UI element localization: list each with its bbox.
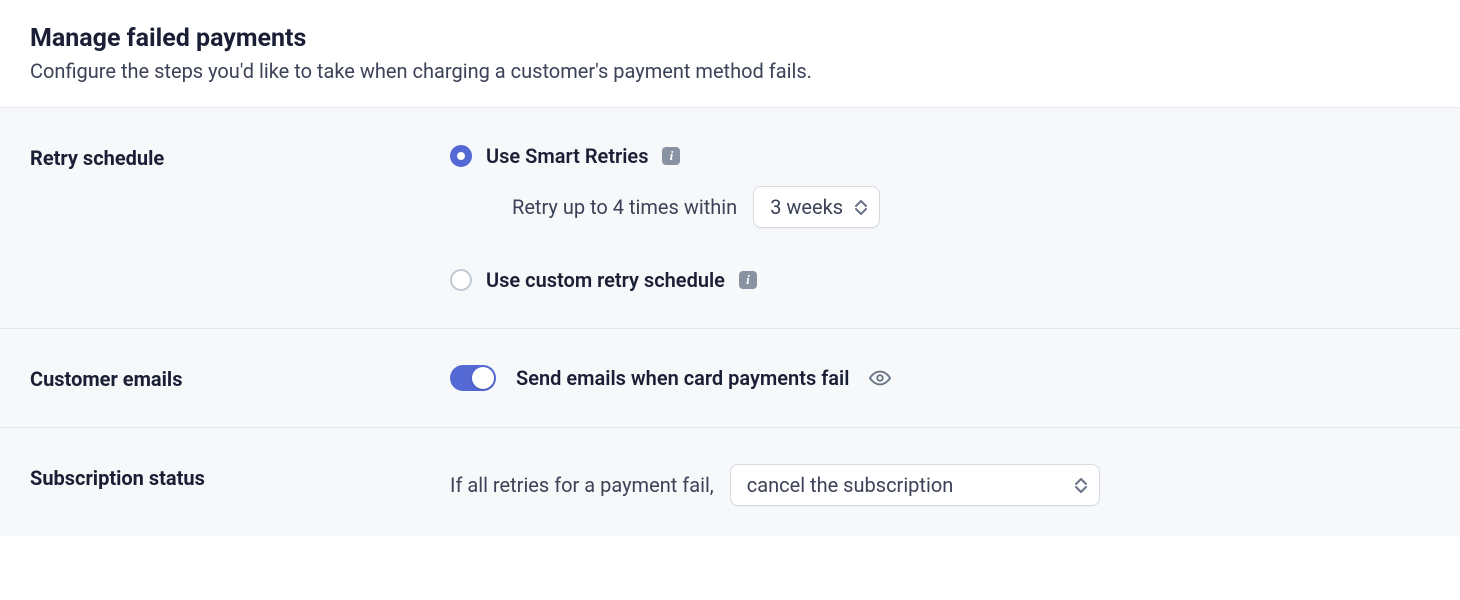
- subscription-status-label: Subscription status: [30, 464, 450, 490]
- info-icon[interactable]: i: [739, 271, 757, 289]
- custom-retry-label: Use custom retry schedule: [486, 268, 725, 292]
- stepper-icon: [855, 200, 867, 215]
- emails-toggle-label: Send emails when card payments fail: [516, 366, 849, 390]
- retry-prefix-text: Retry up to 4 times within: [512, 195, 737, 219]
- retry-period-select[interactable]: 3 weeks: [753, 186, 880, 228]
- preview-icon[interactable]: [869, 367, 891, 389]
- header: Manage failed payments Configure the ste…: [0, 0, 1460, 107]
- subscription-status-section: Subscription status If all retries for a…: [0, 427, 1460, 536]
- radio-selected-icon: [450, 145, 472, 167]
- custom-retry-option[interactable]: Use custom retry schedule i: [450, 268, 1430, 292]
- page-subtitle: Configure the steps you'd like to take w…: [30, 59, 1430, 83]
- retry-schedule-section: Retry schedule Use Smart Retries i Retry…: [0, 107, 1460, 328]
- toggle-knob: [472, 367, 494, 389]
- subscription-action-select[interactable]: cancel the subscription: [730, 464, 1100, 506]
- emails-toggle[interactable]: [450, 365, 496, 391]
- smart-retries-option[interactable]: Use Smart Retries i: [450, 144, 1430, 168]
- page-title: Manage failed payments: [30, 24, 1430, 53]
- customer-emails-section: Customer emails Send emails when card pa…: [0, 328, 1460, 427]
- subscription-action-value: cancel the subscription: [747, 473, 954, 497]
- info-icon[interactable]: i: [662, 147, 680, 165]
- stepper-icon: [1075, 478, 1087, 493]
- retry-schedule-label: Retry schedule: [30, 144, 450, 170]
- radio-unselected-icon: [450, 269, 472, 291]
- subscription-prefix-text: If all retries for a payment fail,: [450, 473, 714, 497]
- retry-period-row: Retry up to 4 times within 3 weeks: [512, 186, 1430, 228]
- smart-retries-label: Use Smart Retries: [486, 144, 648, 168]
- customer-emails-label: Customer emails: [30, 365, 450, 391]
- retry-period-value: 3 weeks: [770, 195, 843, 219]
